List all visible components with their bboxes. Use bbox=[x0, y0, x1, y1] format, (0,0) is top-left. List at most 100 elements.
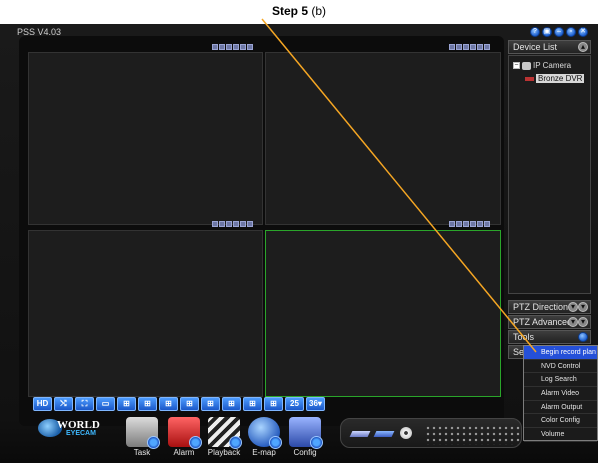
layout-9-button[interactable]: ⊞ bbox=[180, 397, 199, 411]
status-dots bbox=[425, 425, 520, 445]
device-list-label: Device List bbox=[513, 42, 558, 52]
swap-icon[interactable]: ⤭ bbox=[54, 397, 73, 411]
ptz-direction-label: PTZ Direction bbox=[513, 302, 569, 312]
layout-icon[interactable]: ▣ bbox=[542, 27, 552, 37]
hd-button[interactable]: HD bbox=[33, 397, 52, 411]
tree-root-label: IP Camera bbox=[533, 61, 572, 70]
tools-menu-icon[interactable] bbox=[578, 332, 588, 342]
cell-4-controls[interactable] bbox=[449, 221, 490, 230]
cell-3-controls[interactable] bbox=[212, 221, 253, 230]
help-icon[interactable]: ? bbox=[530, 27, 540, 37]
tools-header[interactable]: Tools bbox=[508, 330, 591, 344]
layout-1-button[interactable]: ▭ bbox=[96, 397, 115, 411]
alarm-icon bbox=[168, 417, 202, 449]
cell-control-icon[interactable] bbox=[456, 221, 462, 227]
menu-item-alarm-video[interactable]: Alarm Video bbox=[524, 387, 597, 401]
layout-4-button[interactable]: ⊞ bbox=[117, 397, 136, 411]
menu-item-volume[interactable]: Volume bbox=[524, 428, 597, 442]
config-launcher[interactable]: Config bbox=[285, 417, 325, 457]
cell-control-icon[interactable] bbox=[470, 221, 476, 227]
disc-icon[interactable] bbox=[400, 427, 412, 439]
video-cell-4[interactable] bbox=[265, 230, 501, 397]
alarm-launcher[interactable]: Alarm bbox=[164, 417, 204, 457]
minimize-icon[interactable]: – bbox=[554, 27, 564, 37]
cell-control-icon[interactable] bbox=[226, 44, 232, 50]
layout-36-button[interactable]: 36▾ bbox=[306, 397, 325, 411]
layout-13-button[interactable]: ⊞ bbox=[222, 397, 241, 411]
tree-child-label: Bronze DVR bbox=[536, 74, 585, 83]
alarm-label: Alarm bbox=[173, 448, 195, 457]
cell-control-icon[interactable] bbox=[477, 221, 483, 227]
device-list-header[interactable]: Device List ▴ bbox=[508, 40, 591, 54]
expand-icon[interactable]: ▾ bbox=[578, 317, 588, 327]
video-cell-3[interactable] bbox=[28, 230, 263, 397]
cell-control-icon[interactable] bbox=[449, 221, 455, 227]
layout-25-button[interactable]: 25 bbox=[285, 397, 304, 411]
video-cell-2[interactable] bbox=[265, 52, 501, 225]
menu-item-log-search[interactable]: Log Search bbox=[524, 373, 597, 388]
sidebar: Device List ▴ – IP Camera Bronze DVR PTZ … bbox=[508, 40, 591, 360]
menu-item-nvd-control[interactable]: NVD Control bbox=[524, 360, 597, 374]
expand-icon[interactable]: ▾ bbox=[578, 302, 588, 312]
cell-control-icon[interactable] bbox=[226, 221, 232, 227]
playback-launcher[interactable]: Playback bbox=[204, 417, 244, 457]
cell-control-icon[interactable] bbox=[449, 44, 455, 50]
cell-control-icon[interactable] bbox=[233, 221, 239, 227]
expand-icon[interactable]: ▾ bbox=[568, 302, 578, 312]
cell-control-icon[interactable] bbox=[484, 44, 490, 50]
cell-control-icon[interactable] bbox=[247, 44, 253, 50]
tree-item-ip-camera[interactable]: – IP Camera bbox=[513, 61, 571, 70]
layout-16-button[interactable]: ⊞ bbox=[243, 397, 262, 411]
cell-control-icon[interactable] bbox=[456, 44, 462, 50]
collapse-icon[interactable]: ▴ bbox=[578, 42, 588, 52]
cell-control-icon[interactable] bbox=[240, 44, 246, 50]
menu-item-alarm-output[interactable]: Alarm Output bbox=[524, 401, 597, 415]
ptz-direction-header[interactable]: PTZ Direction ▾ ▾ bbox=[508, 300, 591, 314]
cell-1-controls[interactable] bbox=[212, 44, 253, 53]
menu-item-color-config[interactable]: Color Config bbox=[524, 414, 597, 429]
cell-control-icon[interactable] bbox=[463, 44, 469, 50]
clapperboard-icon bbox=[208, 417, 242, 449]
cell-control-icon[interactable] bbox=[212, 221, 218, 227]
cell-control-icon[interactable] bbox=[212, 44, 218, 50]
tree-item-bronze-dvr[interactable]: Bronze DVR bbox=[525, 74, 585, 83]
close-icon[interactable]: ✕ bbox=[578, 27, 588, 37]
cell-control-icon[interactable] bbox=[240, 221, 246, 227]
logo-line2: EYECAM bbox=[66, 430, 96, 437]
gear-icon bbox=[189, 436, 202, 449]
ptz-advanced-label: PTZ Advanced bbox=[513, 317, 573, 327]
device-dock bbox=[340, 418, 522, 448]
playback-label: Playback bbox=[207, 448, 241, 457]
step-caption: Step 5 (b) bbox=[0, 0, 598, 24]
window-controls: ? ▣ – ▫ ✕ bbox=[530, 27, 588, 37]
task-label: Task bbox=[133, 448, 151, 457]
cell-control-icon[interactable] bbox=[247, 221, 253, 227]
restore-icon[interactable]: ▫ bbox=[566, 27, 576, 37]
cell-control-icon[interactable] bbox=[484, 221, 490, 227]
gear-icon bbox=[147, 436, 160, 449]
cell-control-icon[interactable] bbox=[477, 44, 483, 50]
layout-6-button[interactable]: ⊞ bbox=[138, 397, 157, 411]
layout-10-button[interactable]: ⊞ bbox=[201, 397, 220, 411]
layout-20-button[interactable]: ⊞ bbox=[264, 397, 283, 411]
video-cell-1[interactable] bbox=[28, 52, 263, 225]
menu-item-begin-record-plan[interactable]: Begin record plan bbox=[524, 346, 597, 360]
cell-2-controls[interactable] bbox=[449, 44, 490, 53]
expand-icon[interactable]: – bbox=[513, 62, 520, 70]
camera-icon bbox=[522, 61, 531, 70]
gear-icon bbox=[229, 436, 242, 449]
layout-8-button[interactable]: ⊞ bbox=[159, 397, 178, 411]
fullscreen-icon[interactable]: ⛶ bbox=[75, 397, 94, 411]
cell-control-icon[interactable] bbox=[463, 221, 469, 227]
dvr-device-icon[interactable] bbox=[349, 431, 371, 437]
cell-control-icon[interactable] bbox=[219, 44, 225, 50]
emap-launcher[interactable]: E-map bbox=[244, 417, 284, 457]
cell-control-icon[interactable] bbox=[219, 221, 225, 227]
task-launcher[interactable]: Task bbox=[122, 417, 162, 457]
nvr-device-icon[interactable] bbox=[373, 431, 395, 437]
expand-icon[interactable]: ▾ bbox=[568, 317, 578, 327]
gear-icon bbox=[310, 436, 323, 449]
cell-control-icon[interactable] bbox=[233, 44, 239, 50]
ptz-advanced-header[interactable]: PTZ Advanced ▾ ▾ bbox=[508, 315, 591, 329]
cell-control-icon[interactable] bbox=[470, 44, 476, 50]
